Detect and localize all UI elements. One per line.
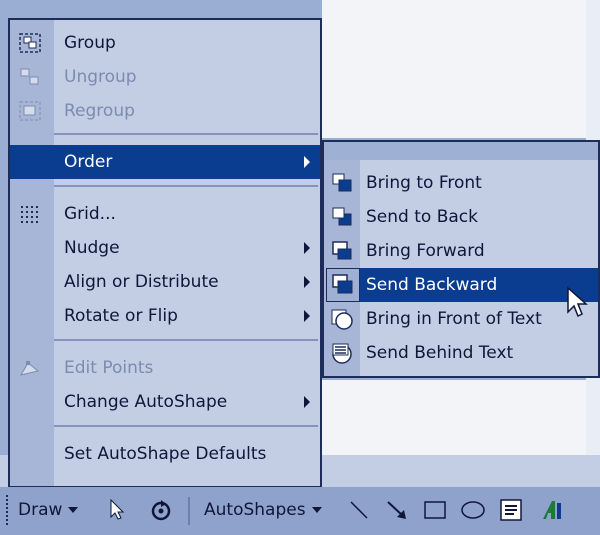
- menu-item-order-label: Order: [64, 152, 113, 172]
- menu-item-change-autoshape-label: Change AutoShape: [64, 392, 228, 412]
- bring-forward-icon: [330, 239, 354, 263]
- submenu-arrow-icon: [304, 310, 310, 322]
- draw-menu-button[interactable]: Draw: [18, 493, 79, 527]
- regroup-icon: [18, 100, 42, 122]
- autoshapes-menu-button[interactable]: AutoShapes: [204, 493, 322, 527]
- application-window: Group Ungroup Regroup Order Grid... Nudg…: [0, 0, 600, 535]
- submenu-item-label: Bring in Front of Text: [366, 309, 542, 329]
- menu-separator: [54, 185, 318, 187]
- menu-item-set-defaults-label: Set AutoShape Defaults: [64, 444, 267, 464]
- submenu-item-label: Send Backward: [366, 275, 498, 295]
- free-rotate-icon[interactable]: [148, 497, 174, 523]
- menu-item-align-or-distribute[interactable]: Align or Distribute: [10, 265, 320, 299]
- bring-to-front-icon: [330, 171, 354, 195]
- menu-item-edit-points-label: Edit Points: [64, 358, 154, 378]
- grid-icon: [18, 203, 42, 225]
- menu-item-grid[interactable]: Grid...: [10, 197, 320, 231]
- submenu-top-band: [324, 142, 598, 160]
- submenu-item-label: Bring to Front: [366, 173, 482, 193]
- menu-item-group[interactable]: Group: [10, 26, 320, 60]
- order-submenu: Bring to Front Send to Back Bring Forwar…: [322, 140, 600, 378]
- oval-icon[interactable]: [460, 497, 486, 523]
- menu-item-edit-points[interactable]: Edit Points: [10, 351, 320, 385]
- submenu-item-label: Bring Forward: [366, 241, 485, 261]
- submenu-item-label: Send Behind Text: [366, 343, 514, 363]
- submenu-item-send-to-back[interactable]: Send to Back: [324, 200, 598, 234]
- menu-item-group-label: Group: [64, 33, 116, 53]
- draw-menu: Group Ungroup Regroup Order Grid... Nudg…: [8, 18, 322, 488]
- submenu-item-send-behind-text[interactable]: Send Behind Text: [324, 336, 598, 370]
- submenu-arrow-icon: [304, 156, 310, 168]
- menu-item-regroup-label: Regroup: [64, 101, 135, 121]
- drawing-toolbar: Draw AutoShapes: [0, 487, 600, 535]
- draw-button-label: Draw: [18, 500, 63, 520]
- submenu-arrow-icon: [304, 276, 310, 288]
- menu-item-nudge-label: Nudge: [64, 238, 120, 258]
- document-page: [322, 0, 600, 138]
- send-backward-icon: [326, 268, 360, 302]
- menu-item-change-autoshape[interactable]: Change AutoShape: [10, 385, 320, 419]
- menu-item-grid-label: Grid...: [64, 204, 116, 224]
- submenu-arrow-icon: [304, 396, 310, 408]
- document-page-lower: [322, 380, 586, 455]
- text-box-icon[interactable]: [498, 497, 524, 523]
- chevron-down-icon: [68, 507, 79, 513]
- menu-item-ungroup-label: Ungroup: [64, 67, 137, 87]
- group-icon: [18, 32, 42, 54]
- menu-item-regroup[interactable]: Regroup: [10, 94, 320, 128]
- submenu-item-send-backward[interactable]: Send Backward: [326, 268, 598, 302]
- toolbar-separator: [188, 497, 190, 525]
- arrow-icon[interactable]: [384, 497, 410, 523]
- ungroup-icon: [18, 66, 42, 88]
- menu-item-nudge[interactable]: Nudge: [10, 231, 320, 265]
- submenu-item-bring-to-front[interactable]: Bring to Front: [324, 166, 598, 200]
- menu-item-order[interactable]: Order: [10, 145, 320, 179]
- select-objects-icon[interactable]: [104, 497, 130, 523]
- mouse-pointer-icon: [566, 286, 590, 322]
- rectangle-icon[interactable]: [422, 497, 448, 523]
- menu-item-ungroup[interactable]: Ungroup: [10, 60, 320, 94]
- menu-item-rotate-label: Rotate or Flip: [64, 306, 178, 326]
- toolbar-grip[interactable]: [6, 495, 12, 525]
- send-to-back-icon: [330, 205, 354, 229]
- menu-separator: [54, 133, 318, 135]
- edit-points-icon: [18, 357, 42, 379]
- line-icon[interactable]: [346, 497, 372, 523]
- autoshapes-button-label: AutoShapes: [204, 500, 306, 520]
- menu-separator: [54, 425, 318, 427]
- menu-separator: [54, 339, 318, 341]
- chevron-down-icon: [311, 507, 322, 513]
- wordart-icon[interactable]: [540, 497, 566, 523]
- menu-item-align-label: Align or Distribute: [64, 272, 219, 292]
- bring-in-front-of-text-icon: [330, 307, 354, 331]
- submenu-item-bring-in-front-of-text[interactable]: Bring in Front of Text: [324, 302, 598, 336]
- submenu-item-label: Send to Back: [366, 207, 478, 227]
- menu-item-set-autoshape-defaults[interactable]: Set AutoShape Defaults: [10, 437, 320, 471]
- submenu-arrow-icon: [304, 242, 310, 254]
- menu-item-rotate-or-flip[interactable]: Rotate or Flip: [10, 299, 320, 333]
- submenu-item-bring-forward[interactable]: Bring Forward: [324, 234, 598, 268]
- send-behind-text-icon: [330, 341, 354, 365]
